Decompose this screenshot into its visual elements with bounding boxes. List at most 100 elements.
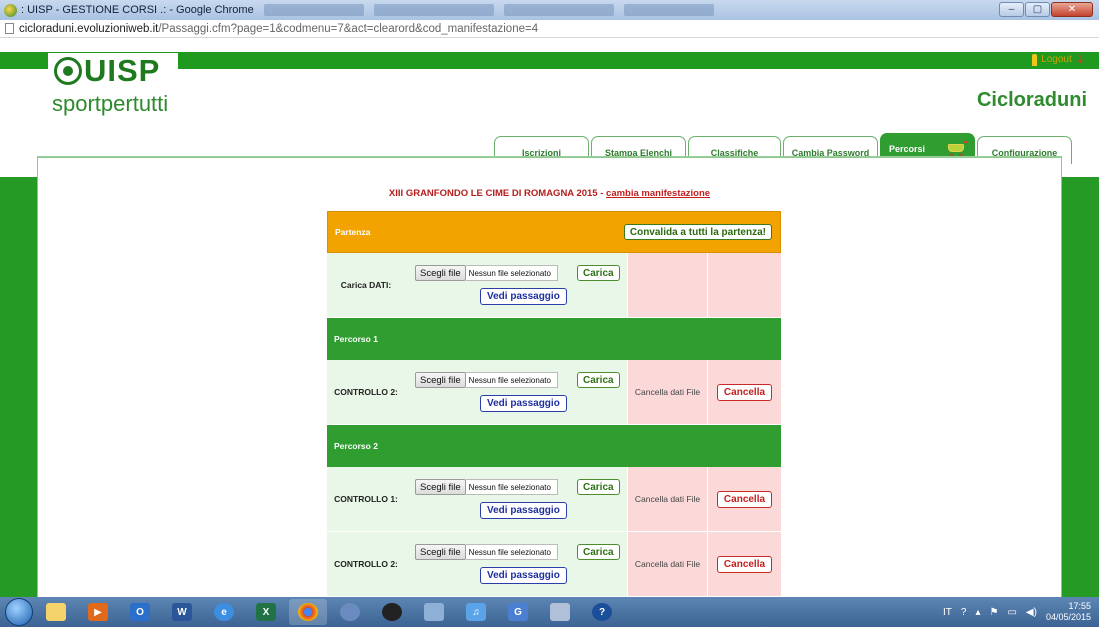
partenza-label: Partenza bbox=[335, 227, 371, 237]
logout-label: Logout bbox=[1041, 54, 1072, 65]
content-top-border bbox=[37, 156, 1062, 157]
outlook-icon: O bbox=[130, 603, 150, 621]
word-icon: W bbox=[172, 603, 192, 621]
window-controls: – ▢ ✕ bbox=[999, 2, 1093, 17]
carica-button[interactable]: Carica bbox=[577, 372, 620, 388]
file-cell: Scegli file Nessun file selezionato Cari… bbox=[405, 467, 627, 531]
checkpoint-grid: Partenza Convalida a tutti la partenza! … bbox=[327, 211, 781, 607]
choose-file-button[interactable]: Scegli file bbox=[415, 544, 466, 560]
vedi-passaggio-button[interactable]: Vedi passaggio bbox=[480, 395, 567, 412]
row-label: CONTROLLO 1: bbox=[327, 467, 405, 531]
event-name: XIII GRANFONDO LE CIME DI ROMAGNA 2015 - bbox=[388, 188, 607, 199]
url-path: /Passaggi.cfm?page=1&codmenu=7&act=clear… bbox=[158, 22, 539, 35]
left-green-margin bbox=[0, 177, 37, 597]
vedi-passaggio-button[interactable]: Vedi passaggio bbox=[480, 288, 567, 305]
file-cell: Scegli file Nessun file selezionato Cari… bbox=[405, 360, 627, 424]
cancella-cell: Cancella bbox=[707, 467, 781, 531]
cancella-cell: Cancella bbox=[707, 360, 781, 424]
taskbar-music[interactable]: ♫ bbox=[457, 599, 495, 625]
taskbar-outlook[interactable]: O bbox=[121, 599, 159, 625]
logo-tagline: sportpertutti bbox=[52, 91, 169, 116]
taskbar-app-4[interactable] bbox=[541, 599, 579, 625]
table-row: CONTROLLO 2: Scegli file Nessun file sel… bbox=[327, 360, 781, 425]
choose-file-button[interactable]: Scegli file bbox=[415, 265, 466, 281]
empty-cell bbox=[627, 253, 707, 317]
taskbar-app-2[interactable] bbox=[373, 599, 411, 625]
start-button[interactable] bbox=[5, 598, 33, 626]
clock[interactable]: 17:55 04/05/2015 bbox=[1046, 601, 1091, 623]
app-icon bbox=[382, 603, 402, 621]
file-input[interactable]: Scegli file Nessun file selezionato bbox=[415, 479, 558, 495]
cancella-button[interactable]: Cancella bbox=[716, 555, 773, 573]
partenza-header: Partenza Convalida a tutti la partenza! bbox=[327, 211, 781, 253]
chrome-app-icon bbox=[4, 3, 17, 17]
empty-cell bbox=[707, 253, 781, 317]
convalida-button[interactable]: Convalida a tutti la partenza! bbox=[623, 224, 772, 240]
window-titlebar: : UISP - GESTIONE CORSI .: - Google Chro… bbox=[0, 0, 1099, 20]
taskbar-excel[interactable]: X bbox=[247, 599, 285, 625]
exit-icon: ⇣ bbox=[1075, 54, 1085, 66]
file-input[interactable]: Scegli file Nessun file selezionato bbox=[415, 544, 558, 560]
taskbar-folder[interactable] bbox=[37, 599, 75, 625]
no-file-label: Nessun file selezionato bbox=[465, 479, 558, 495]
flag-icon[interactable]: ⚑ bbox=[990, 607, 999, 618]
event-title: XIII GRANFONDO LE CIME DI ROMAGNA 2015 -… bbox=[0, 188, 1099, 199]
file-cell: Scegli file Nessun file selezionato Cari… bbox=[405, 532, 627, 596]
app-icon bbox=[340, 603, 360, 621]
cyclist-icon bbox=[54, 57, 82, 85]
row-label: CONTROLLO 2: bbox=[327, 532, 405, 596]
network-icon[interactable]: ▭ bbox=[1007, 607, 1016, 618]
taskbar-media-player[interactable]: ▶ bbox=[79, 599, 117, 625]
system-tray: IT ? ▴ ⚑ ▭ ◀) 17:55 04/05/2015 bbox=[943, 597, 1091, 627]
chevron-up-icon[interactable]: ▴ bbox=[975, 607, 980, 618]
taskbar-internet-explorer[interactable]: e bbox=[205, 599, 243, 625]
tab-percorsi-label: Percorsi bbox=[889, 144, 926, 154]
cancella-button[interactable]: Cancella bbox=[716, 490, 773, 508]
cart-icon: ✦ bbox=[946, 138, 969, 157]
carica-button[interactable]: Carica bbox=[577, 544, 620, 560]
choose-file-button[interactable]: Scegli file bbox=[415, 372, 466, 388]
file-cell: Scegli file Nessun file selezionato Cari… bbox=[405, 253, 627, 317]
vedi-passaggio-button[interactable]: Vedi passaggio bbox=[480, 502, 567, 519]
carica-button[interactable]: Carica bbox=[577, 479, 620, 495]
clock-time: 17:55 bbox=[1068, 601, 1091, 611]
minimize-button[interactable]: – bbox=[999, 2, 1024, 17]
maximize-button[interactable]: ▢ bbox=[1025, 2, 1050, 17]
percorso-header: Percorso 2 bbox=[327, 425, 781, 467]
choose-file-button[interactable]: Scegli file bbox=[415, 479, 466, 495]
url-text[interactable]: cicloraduni.evoluzioniweb.it/Passaggi.cf… bbox=[19, 23, 538, 35]
media-player-icon: ▶ bbox=[88, 603, 108, 621]
taskbar-app-3[interactable] bbox=[415, 599, 453, 625]
cancella-dati-text: Cancella dati File bbox=[627, 532, 707, 596]
clock-date: 04/05/2015 bbox=[1045, 612, 1091, 622]
logout-link[interactable]: Logout ⇣ bbox=[1032, 53, 1085, 66]
cancella-button[interactable]: Cancella bbox=[716, 383, 773, 401]
cancella-dati-text: Cancella dati File bbox=[627, 467, 707, 531]
file-input[interactable]: Scegli file Nessun file selezionato bbox=[415, 265, 558, 281]
uisp-logo: UISP sportpertutti bbox=[48, 53, 178, 133]
taskbar-word[interactable]: W bbox=[163, 599, 201, 625]
table-row: Carica DATI: Scegli file Nessun file sel… bbox=[327, 253, 781, 318]
taskbar-help[interactable]: ? bbox=[583, 599, 621, 625]
app-icon bbox=[550, 603, 570, 621]
language-indicator[interactable]: IT bbox=[943, 607, 952, 618]
file-input[interactable]: Scegli file Nessun file selezionato bbox=[415, 372, 558, 388]
row-label: Carica DATI: bbox=[327, 253, 405, 317]
taskbar-app-1[interactable] bbox=[331, 599, 369, 625]
volume-icon[interactable]: ◀) bbox=[1026, 607, 1037, 618]
percorso-header: Percorso 1 bbox=[327, 318, 781, 360]
blurred-tab bbox=[263, 4, 364, 16]
blurred-tab bbox=[373, 4, 494, 16]
close-button[interactable]: ✕ bbox=[1051, 2, 1093, 17]
cancella-dati-text: Cancella dati File bbox=[627, 360, 707, 424]
vedi-passaggio-button[interactable]: Vedi passaggio bbox=[480, 567, 567, 584]
music-icon: ♫ bbox=[466, 603, 486, 621]
chrome-icon bbox=[298, 603, 318, 621]
taskbar-app-g[interactable]: G bbox=[499, 599, 537, 625]
carica-button[interactable]: Carica bbox=[577, 265, 620, 281]
table-row: CONTROLLO 2: Scegli file Nessun file sel… bbox=[327, 532, 781, 597]
address-bar[interactable]: cicloraduni.evoluzioniweb.it/Passaggi.cf… bbox=[0, 20, 1099, 38]
change-event-link[interactable]: cambia manifestazione bbox=[606, 188, 710, 199]
taskbar-chrome[interactable] bbox=[289, 599, 327, 625]
help-tray-icon[interactable]: ? bbox=[961, 607, 967, 618]
